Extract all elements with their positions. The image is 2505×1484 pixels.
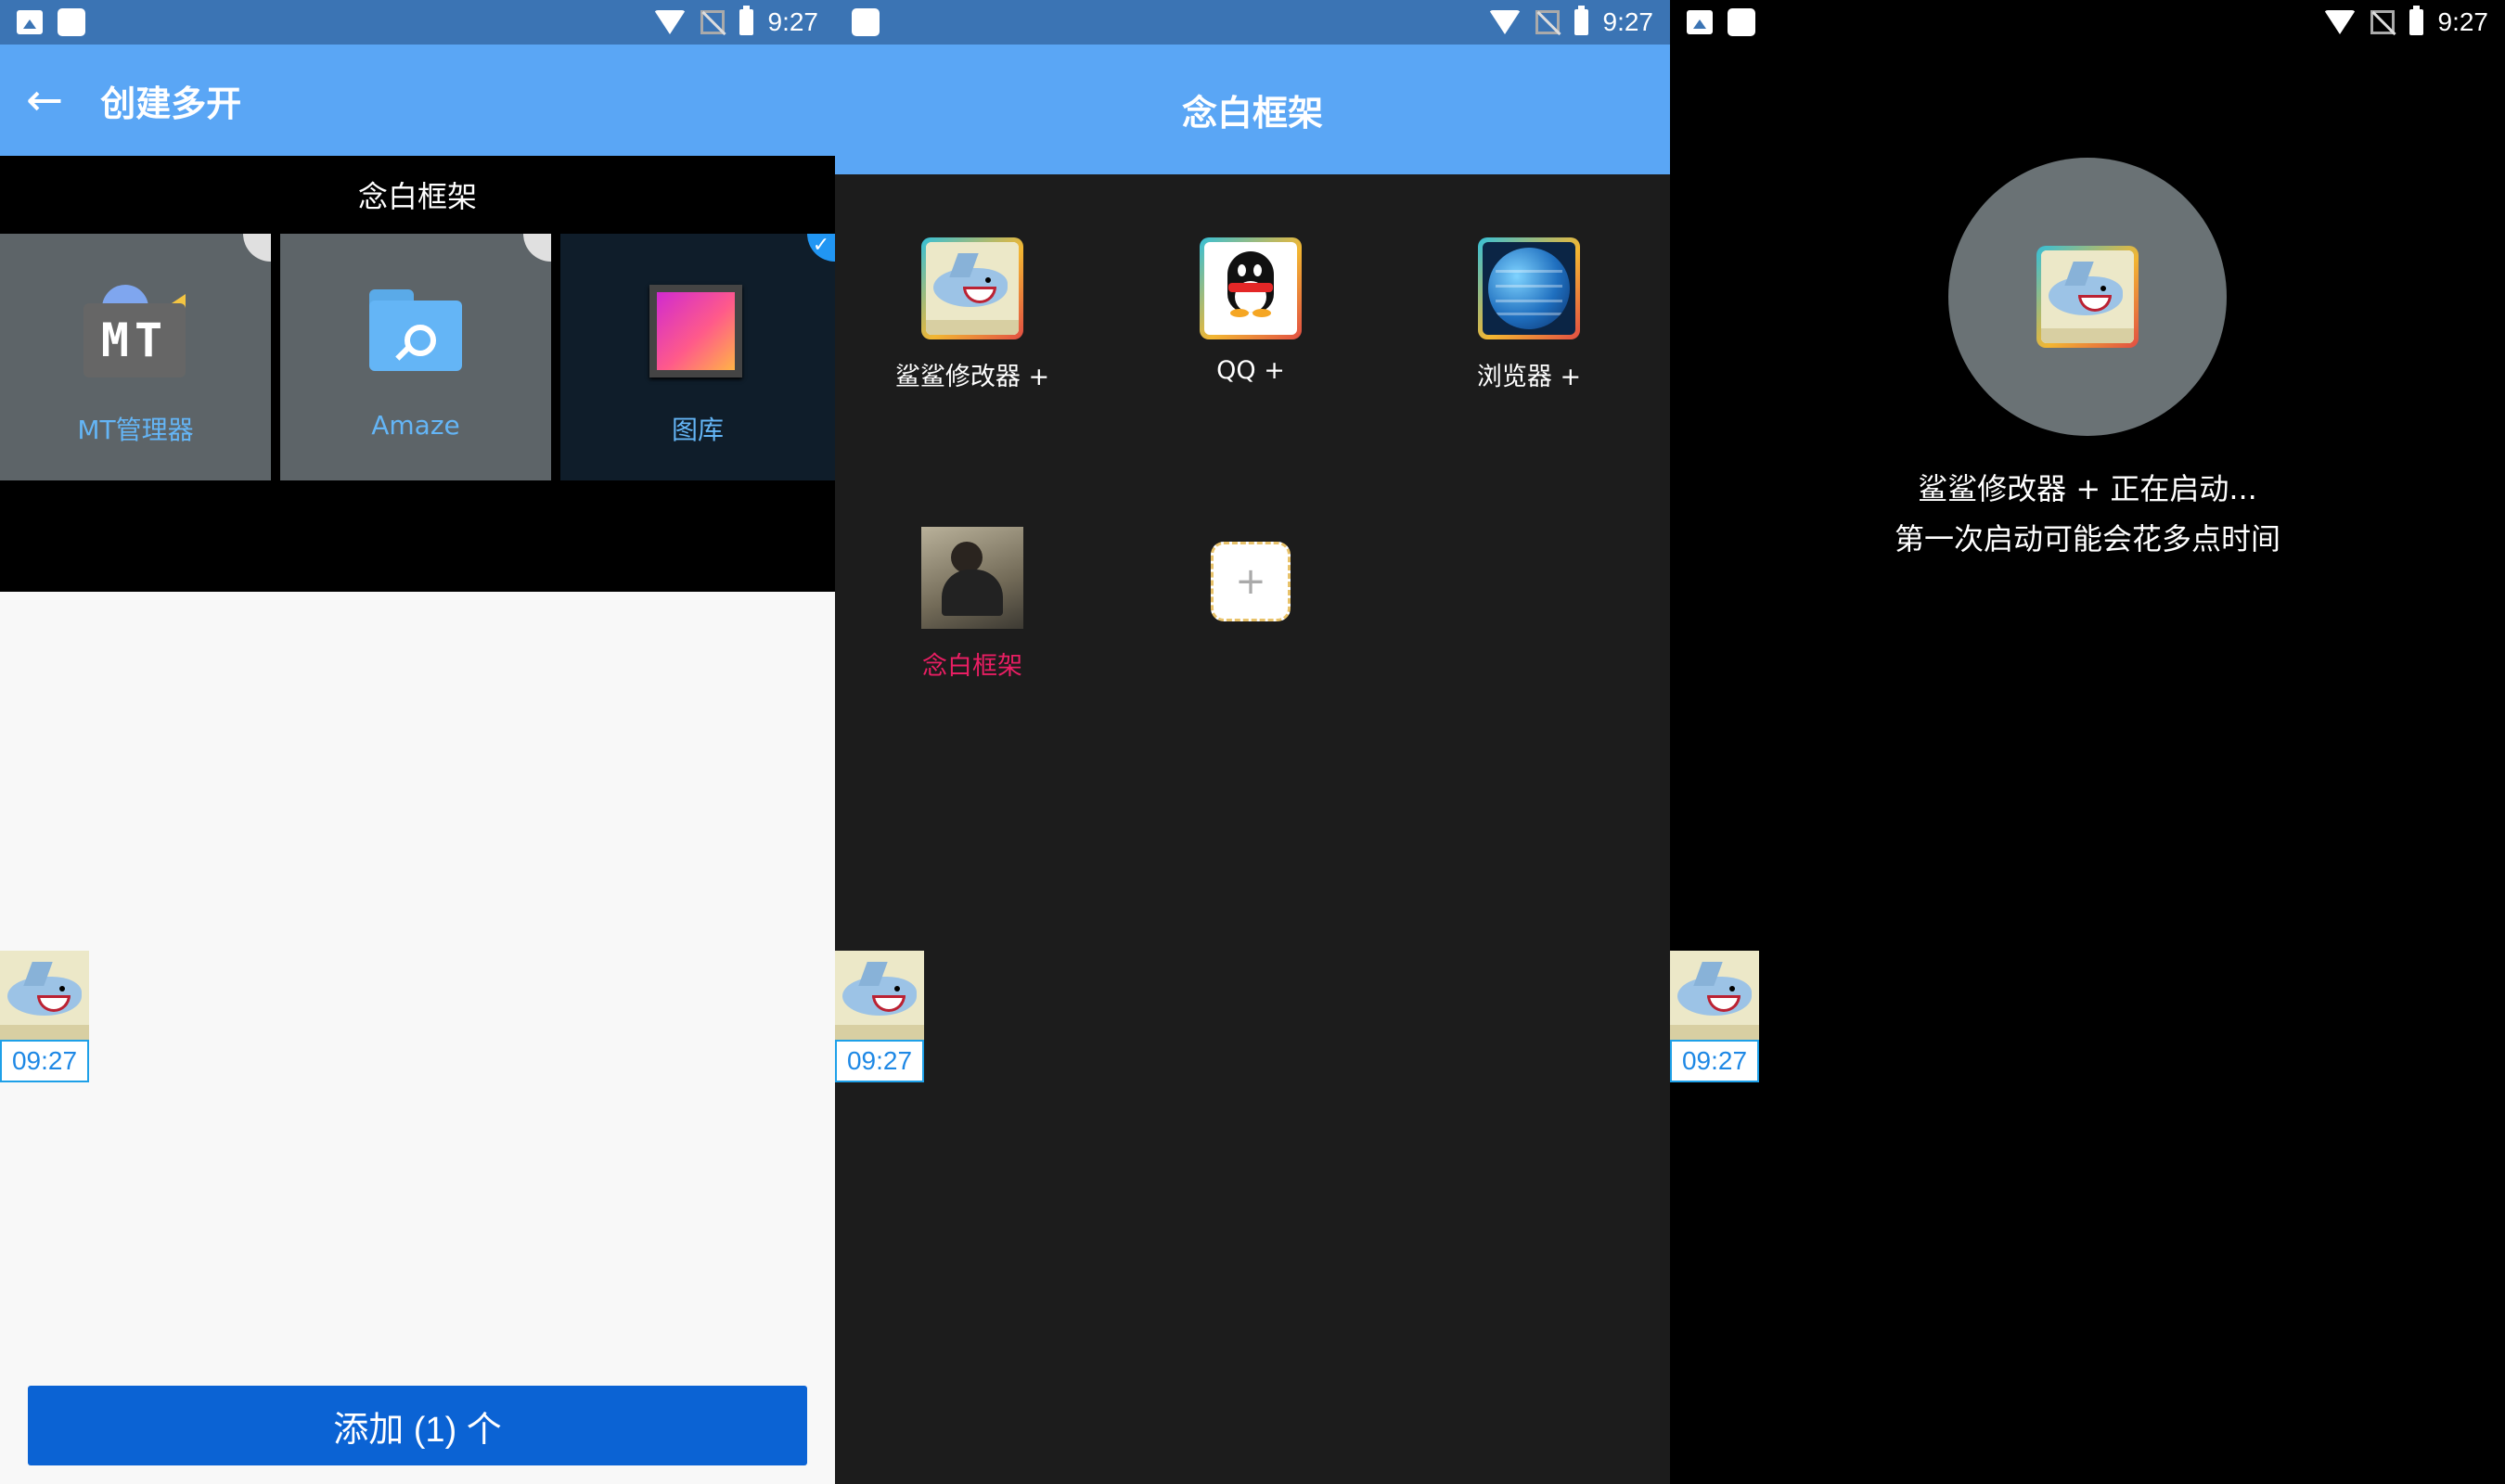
app-tile-label: 图库: [671, 415, 724, 445]
add-button[interactable]: 添加 (1) 个: [28, 1386, 807, 1465]
checkbox-checked[interactable]: ✓: [807, 234, 835, 262]
framework-label: 念白框架: [357, 179, 477, 214]
launching-app-circle: [1948, 158, 2227, 436]
gallery-notification-icon: [1687, 10, 1713, 34]
wifi-icon: [653, 10, 686, 34]
shark-icon: [1670, 951, 1759, 1040]
shark-icon: [2036, 246, 2139, 348]
add-app-button[interactable]: +: [1149, 532, 1353, 621]
app-tile-label: MT管理器: [77, 415, 194, 445]
app-tile-gallery[interactable]: 图库 ✓: [560, 234, 835, 480]
shark-icon: [921, 237, 1023, 339]
no-sim-icon: [2370, 10, 2395, 34]
app-label: 念白框架: [922, 652, 1022, 681]
plus-icon: +: [1211, 542, 1291, 621]
app-notification-icon: [852, 8, 880, 36]
no-sim-icon: [1535, 10, 1560, 34]
gallery-icon: [649, 285, 742, 377]
app-notification-icon: [58, 8, 85, 36]
qq-penguin-icon: [1200, 237, 1302, 339]
app-tile-label: Amaze: [371, 410, 460, 441]
battery-icon: [1574, 6, 1588, 35]
shark-icon: [0, 951, 89, 1040]
status-bar: 9:27: [835, 0, 1670, 45]
gallery-notification-icon: [17, 10, 43, 34]
no-sim-icon: [700, 10, 725, 34]
app-item-nianbai-framework[interactable]: 念白框架: [870, 527, 1074, 682]
globe-icon: [1478, 237, 1580, 339]
status-bar: 9:27: [0, 0, 835, 45]
wifi-icon: [1488, 10, 1521, 34]
photo-avatar: [921, 527, 1023, 629]
app-bar: 念白框架: [835, 45, 1670, 174]
app-item-browser[interactable]: 浏览器 +: [1427, 237, 1631, 392]
amaze-folder-icon: [369, 289, 462, 371]
app-tile-mt-manager[interactable]: MT MT管理器: [0, 234, 271, 480]
app-notification-icon: [1728, 8, 1755, 36]
floating-time: 09:27: [0, 1040, 89, 1082]
shark-icon: [835, 951, 924, 1040]
wifi-icon: [2323, 10, 2356, 34]
app-label: 浏览器 +: [1476, 363, 1582, 391]
page-title: 念白框架: [1181, 92, 1323, 134]
app-item-shark-modifier[interactable]: 鲨鲨修改器 +: [870, 237, 1074, 392]
status-time: 9:27: [1602, 7, 1654, 36]
battery-icon: [739, 6, 753, 35]
status-bar: 9:27: [1670, 0, 2505, 45]
floating-widget[interactable]: 09:27: [835, 951, 924, 1082]
framework-home-screen: 9:27 念白框架 鲨鲨修改器 + QQ + 浏览器 + 念白框架 + 09:2…: [835, 0, 1670, 1484]
checkbox[interactable]: [523, 234, 551, 262]
launching-hint-text: 第一次启动可能会花多点时间: [1894, 521, 2280, 556]
floating-widget[interactable]: 09:27: [1670, 951, 1759, 1082]
back-arrow-icon[interactable]: ←: [26, 78, 63, 122]
app-label: 鲨鲨修改器 +: [894, 363, 1050, 391]
app-launching-screen: 9:27 鲨鲨修改器 + 正在启动... 第一次启动可能会花多点时间 09:27: [1670, 0, 2505, 1484]
content-area: [0, 592, 835, 1484]
mt-manager-icon: MT: [84, 285, 186, 377]
floating-widget[interactable]: 09:27: [0, 951, 89, 1082]
status-time: 9:27: [767, 7, 819, 36]
launching-status-text: 鲨鲨修改器 + 正在启动...: [1918, 471, 2257, 506]
floating-time: 09:27: [1670, 1040, 1759, 1082]
app-label: QQ +: [1216, 356, 1285, 385]
app-item-qq[interactable]: QQ +: [1149, 237, 1353, 385]
app-bar: ← 创建多开: [0, 45, 835, 156]
checkbox[interactable]: [243, 234, 271, 262]
floating-time: 09:27: [835, 1040, 924, 1082]
app-tile-amaze[interactable]: Amaze: [280, 234, 551, 480]
create-multi-open-screen: 9:27 ← 创建多开 念白框架 MT MT管理器 Amaze 图库 ✓ 09:…: [0, 0, 835, 1484]
page-title: 创建多开: [100, 83, 242, 124]
status-time: 9:27: [2437, 7, 2489, 36]
battery-icon: [2409, 6, 2423, 35]
